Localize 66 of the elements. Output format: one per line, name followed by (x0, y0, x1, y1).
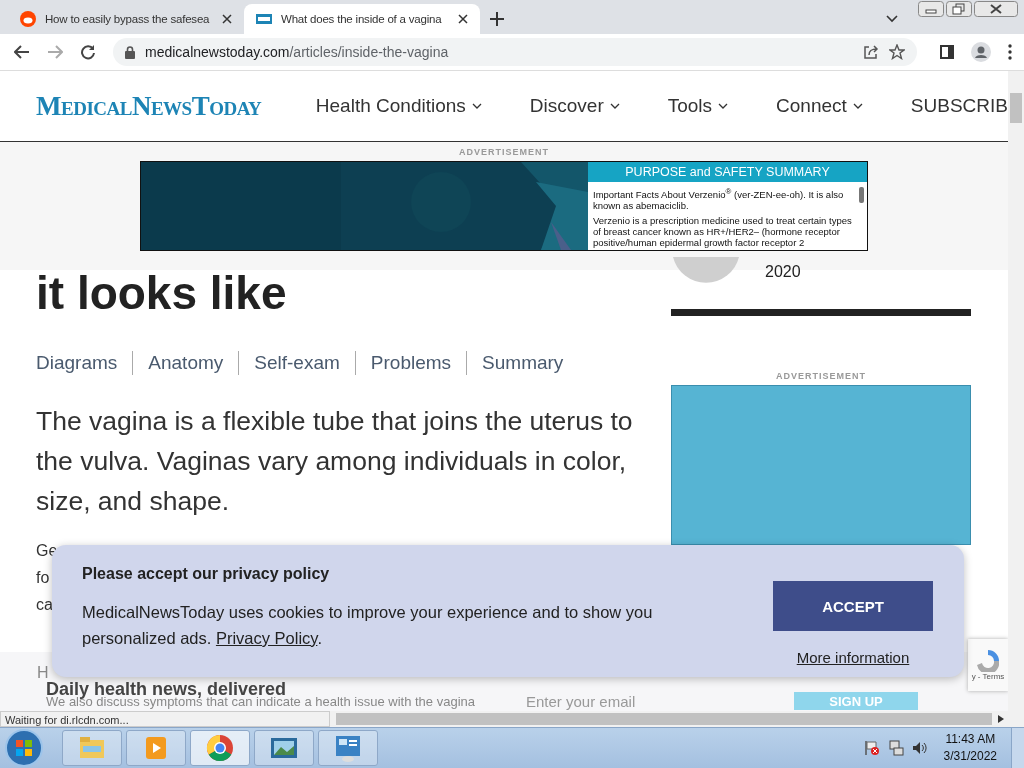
more-information-link[interactable]: More information (796, 649, 910, 666)
recaptcha-icon (977, 649, 999, 672)
browser-tab[interactable]: How to easily bypass the safesea (8, 4, 244, 34)
vertical-scrollbar[interactable] (1008, 71, 1024, 711)
body-text: ca (36, 595, 53, 615)
jump-link[interactable]: Anatomy (148, 352, 224, 374)
dialog-title: Please accept our privacy policy (82, 565, 331, 583)
close-icon[interactable] (222, 14, 232, 24)
new-tab-icon[interactable] (490, 12, 504, 26)
star-icon[interactable] (889, 44, 905, 60)
restore-icon[interactable] (946, 1, 972, 17)
scroll-right-icon[interactable] (998, 715, 1004, 723)
back-icon[interactable] (14, 45, 30, 59)
close-icon[interactable] (458, 14, 468, 24)
jump-link[interactable]: Self-exam (254, 352, 340, 374)
nav-link[interactable]: Health Conditions (315, 95, 482, 117)
reddit-icon (20, 11, 36, 27)
nav-link[interactable]: Connect (776, 95, 863, 117)
browser-tab[interactable]: What does the inside of a vagina (244, 4, 480, 34)
email-field[interactable]: Enter your email (526, 692, 726, 710)
speaker-icon[interactable] (911, 740, 928, 756)
article-heading: it looks like (36, 266, 288, 321)
taskbar-button[interactable] (254, 730, 314, 766)
ad-text: Verzenio is a prescription medicine used to treat certain types of breast cancer known as HR+/HER2– (hormone receptor positive/human epidermal growth factor receptor 2 (593, 215, 853, 249)
date-text: 2020 (765, 263, 801, 281)
browser-icon (204, 732, 236, 764)
dialog-text: MedicalNewsToday uses cookies to improve your experience and to show you personalized ads. Privacy Policy. (82, 602, 654, 649)
site-favicon-icon (256, 14, 272, 24)
url-text: medicalnewstoday.com/articles/inside-the-vagina (145, 44, 449, 60)
flag-icon[interactable] (863, 740, 880, 756)
jump-link[interactable]: Summary (482, 352, 564, 374)
ad-label: ADVERTISEMENT (775, 371, 867, 381)
recaptcha-badge[interactable]: y - Terms (968, 639, 1008, 691)
privacy-policy-link[interactable]: Privacy Policy (215, 629, 318, 647)
more-menu-icon[interactable] (1008, 44, 1012, 60)
status-text: Waiting for di.rlcdn.com... (0, 711, 330, 727)
nav-link[interactable]: Discover (529, 95, 620, 117)
accept-button[interactable]: ACCEPT (773, 581, 933, 631)
minimize-icon[interactable] (918, 1, 944, 17)
clock[interactable]: 11:43 AM 3/31/2022 (943, 731, 997, 765)
nav-link[interactable]: SUBSCRIB (910, 95, 1008, 117)
ad-label: ADVERTISEMENT (459, 147, 549, 157)
ad-text: Important Facts About Verzenio$^{®}$ (ver-ZEN-ee-oh). It is also known as abemaciclib. (593, 186, 845, 212)
profile-icon[interactable] (971, 42, 991, 62)
scrollbar-thumb[interactable] (859, 187, 864, 203)
horizontal-scrollbar[interactable] (336, 713, 992, 725)
site-logo[interactable]: MedicalNewsToday (36, 90, 316, 122)
reload-icon[interactable] (80, 44, 96, 60)
start-button-icon[interactable] (4, 728, 44, 768)
chevron-down-icon[interactable] (886, 15, 898, 23)
address-bar[interactable]: medicalnewstoday.com/articles/inside-the-vagina (113, 38, 917, 66)
lock-icon (125, 45, 135, 59)
close-icon[interactable] (974, 1, 1018, 17)
jump-link[interactable]: Diagrams (36, 352, 118, 374)
share-icon[interactable] (863, 44, 879, 60)
side-panel-icon[interactable] (940, 45, 954, 59)
network-icon[interactable] (887, 740, 904, 756)
body-text: fo (36, 568, 50, 588)
lead-paragraph: The vagina is a flexible tube that joins the uterus to the vulva. Vaginas vary among individuals in color, size, and shape. (36, 405, 634, 518)
body-text: H (37, 664, 49, 682)
jump-link[interactable]: Problems (370, 352, 452, 374)
ad-banner[interactable] (140, 161, 868, 251)
taskbar-button[interactable] (190, 730, 250, 766)
nav-link[interactable]: Tools (667, 95, 729, 117)
taskbar-button[interactable] (318, 730, 378, 766)
ad-panel-title: PURPOSE and SAFETY SUMMARY (588, 162, 867, 182)
